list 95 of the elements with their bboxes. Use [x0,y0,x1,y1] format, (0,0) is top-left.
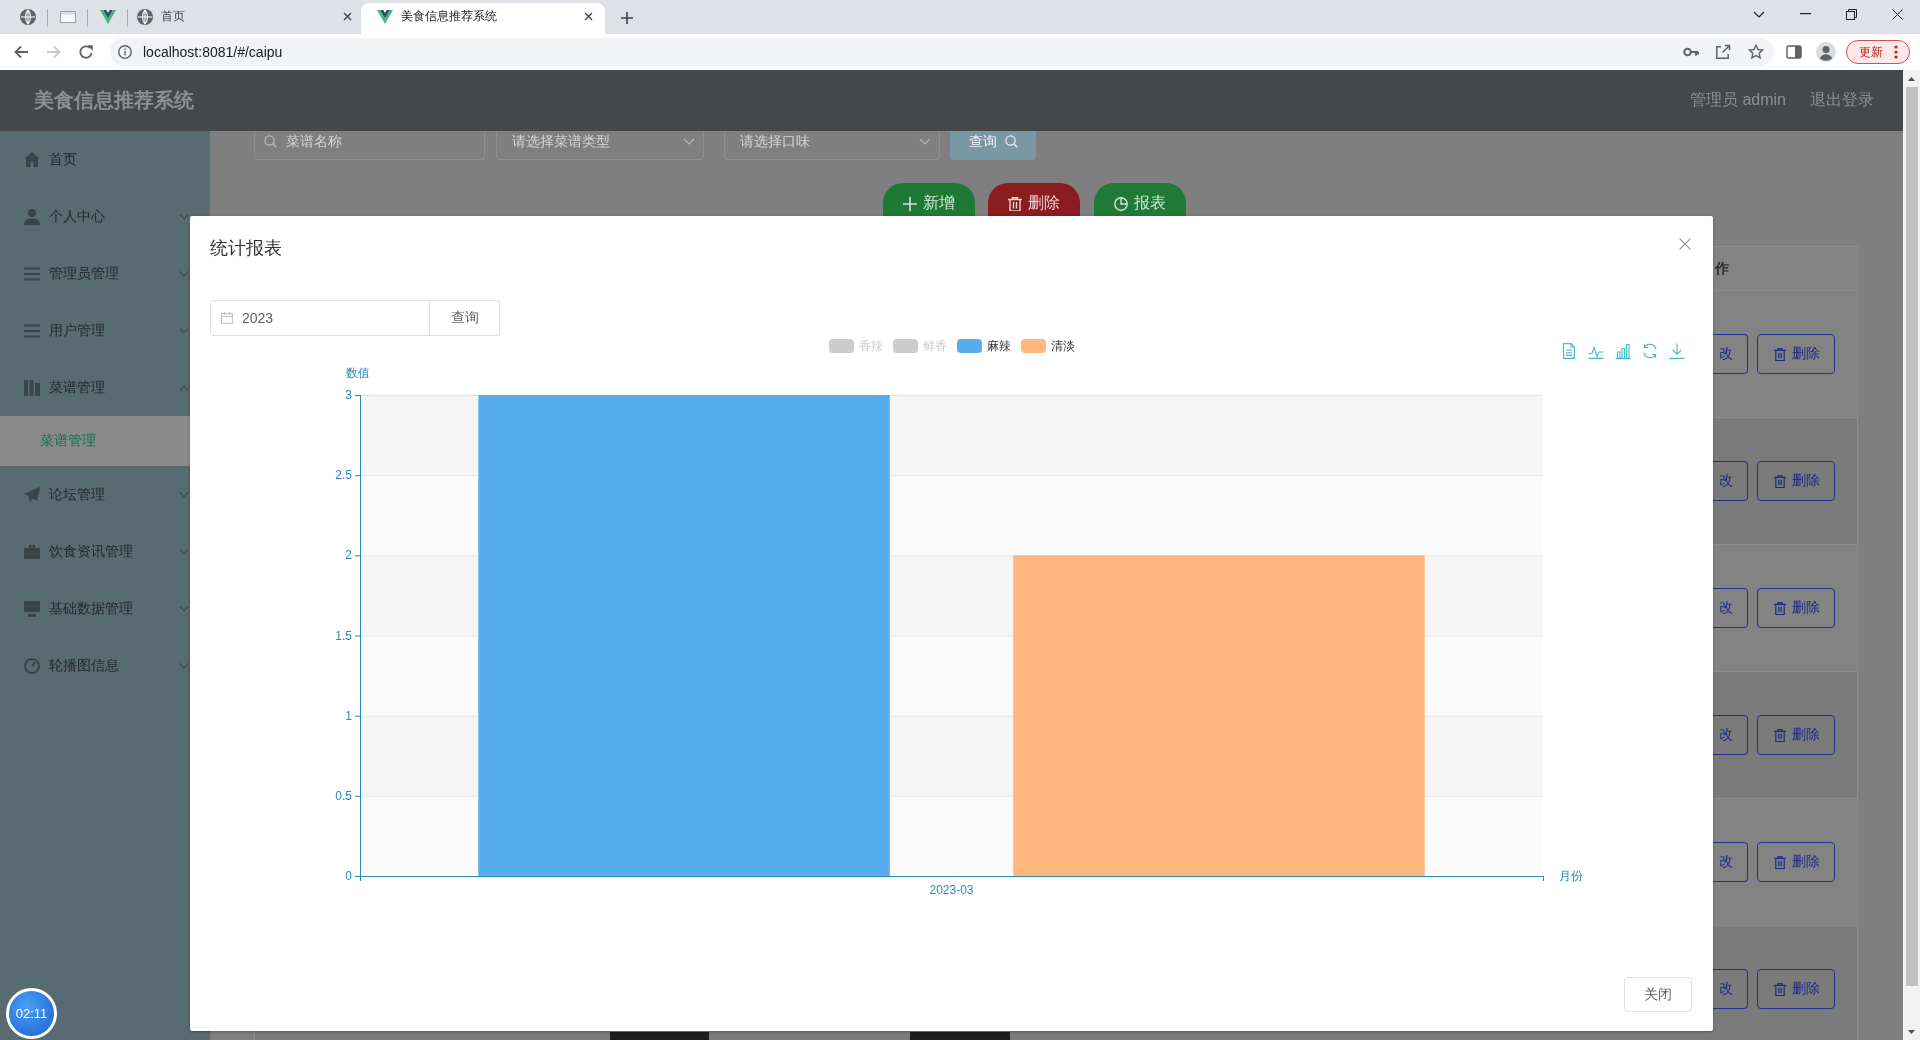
sidebar-item[interactable]: 首页 [0,131,210,188]
calendar-icon [221,312,233,324]
trash-icon [1774,728,1786,742]
axis-tick-label: 0.5 [335,788,352,803]
list-icon [24,265,40,282]
delete-button[interactable]: 删除 [1757,715,1835,755]
app-title: 美食信息推荐系统 [34,88,194,113]
trash-icon [1774,474,1786,488]
scrollbar[interactable] [1903,70,1920,1040]
sidebar-item[interactable]: 轮播图信息 [0,637,210,694]
axis-tick-label: 3 [345,388,352,402]
delete-button[interactable]: 删除 [1757,461,1835,501]
list-icon [24,322,40,339]
axis-title: 数值 [346,366,370,380]
legend-item[interactable]: 清淡 [1020,339,1075,353]
address-bar[interactable]: localhost:8081/#/caipu [110,38,1774,66]
axis-tick-label: 1.5 [335,628,352,643]
search-button[interactable]: 查询 [950,131,1036,160]
axis-tick-label: 1 [345,708,352,723]
chevron-down-icon [919,138,931,145]
delete-button[interactable]: 删除 [1757,842,1835,882]
trash-icon [1774,601,1786,615]
plus-icon[interactable] [620,11,634,25]
reload-icon[interactable] [78,44,94,60]
search-field[interactable]: 菜谱名称 [254,131,485,160]
user-name: 管理员 admin [1689,90,1786,110]
close-icon[interactable] [1891,8,1903,20]
sidebar-item[interactable]: 个人中心 [0,188,210,245]
browser-tab[interactable]: 首页 [128,3,355,34]
logout-link[interactable]: 退出登录 [1810,90,1874,111]
axis-tick-label: 2 [345,548,352,563]
delete-button[interactable]: 删除 [1757,969,1835,1009]
sidebar-item[interactable]: 菜谱管理 [0,359,210,416]
swatch-icon [892,339,918,353]
swatch-icon [828,339,854,353]
add-button[interactable]: 新增 [883,183,975,216]
delete-button[interactable]: 删除 [1757,588,1835,628]
sidebar-item[interactable]: 用户管理 [0,302,210,359]
trash-icon [1774,347,1786,361]
share-icon[interactable] [1715,44,1731,60]
legend-item[interactable]: 麻辣 [956,339,1011,353]
close-icon[interactable] [584,12,593,21]
search-icon [264,135,277,148]
chevron-down-icon [683,138,695,145]
v-logo-icon [377,9,393,24]
monitor-icon [24,600,40,617]
delete-button[interactable]: 删除 [988,183,1080,216]
query-button[interactable]: 查询 [430,300,500,336]
v-logo-icon [99,9,116,24]
star-icon[interactable] [1748,44,1764,60]
browser-tab[interactable]: 美食信息推荐系统 [361,3,605,34]
date-field[interactable]: 2023 [210,300,430,336]
trash-icon [1774,855,1786,869]
more-icon [1894,45,1898,59]
books-icon [24,379,40,396]
paper-plane-icon [24,486,40,503]
restore-icon[interactable] [1845,8,1857,20]
delete-button[interactable]: 删除 [1757,334,1835,374]
axis-tick-label: 2023-03 [929,883,974,897]
sidebar-item[interactable]: 饮食资讯管理 [0,523,210,580]
axis-title: 月份 [1559,869,1583,883]
select-field[interactable]: 请选择口味 [724,131,940,160]
axis-tick-label: 0 [345,869,352,883]
column-header: 作 [1713,259,1729,278]
select-field[interactable]: 请选择菜谱类型 [496,131,704,160]
briefcase-icon [24,543,40,560]
sidebar-item[interactable]: 基础数据管理 [0,580,210,637]
axis-tick-label: 2.5 [335,468,352,483]
arrow-left-icon[interactable] [13,44,29,60]
trash-icon [1774,982,1786,996]
plus-icon [903,196,917,211]
user-icon [24,208,40,225]
update-button[interactable]: 更新 [1846,40,1910,64]
dialog-title: 统计报表 [210,237,282,260]
close-icon[interactable] [343,12,352,21]
profile-icon[interactable] [1816,42,1836,62]
minimize-icon[interactable] [1799,13,1811,15]
search-icon [1004,135,1018,148]
info-icon[interactable] [118,45,132,59]
home-icon [24,151,40,168]
arrow-up-icon[interactable] [1908,76,1915,81]
gauge-icon [24,657,40,674]
globe-icon [19,8,36,25]
trash-icon [1008,196,1022,211]
sidebar-item[interactable]: 管理员管理 [0,245,210,302]
chevron-down-icon[interactable] [1753,10,1765,18]
sidebar-item[interactable]: 论坛管理 [0,466,210,523]
pie-chart-icon [1114,196,1128,211]
side-panel-icon[interactable] [1786,44,1802,60]
page-icon [59,8,76,25]
arrow-down-icon[interactable] [1908,1029,1915,1034]
report-button[interactable]: 报表 [1094,183,1186,216]
globe-icon [137,8,153,25]
close-button[interactable]: 关闭 [1624,977,1692,1012]
scrollbar-thumb[interactable] [1905,87,1918,986]
